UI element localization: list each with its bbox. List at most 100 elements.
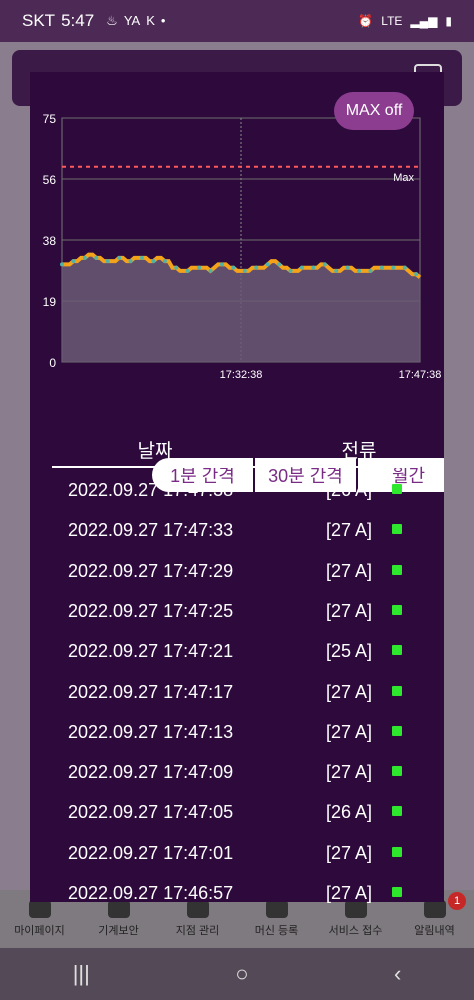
reading-row: 2022.09.27 17:47:25 [27 A] [0, 591, 474, 631]
reading-date: 2022.09.27 17:47:13 [68, 721, 234, 742]
status-indicator-icon [392, 766, 402, 777]
home-button[interactable]: ○ [235, 961, 248, 987]
data-point [391, 265, 396, 270]
status-indicator-icon [392, 484, 402, 494]
data-point [197, 265, 202, 270]
data-point [379, 265, 384, 270]
status-indicator-icon [392, 725, 402, 736]
nav-label: 머신 등록 [254, 925, 299, 937]
reading-row: 2022.09.27 17:47:13 [27 A] [0, 712, 474, 752]
reading-row: 2022.09.27 17:46:57 [27 A] [0, 873, 474, 913]
reading-current: [26 A] [326, 480, 373, 500]
data-point [71, 259, 76, 264]
data-point [277, 262, 282, 267]
nav-label: 마이페이지 [14, 925, 65, 937]
nav-label: 기계보안 [98, 925, 139, 937]
y-tick-label: 75 [43, 112, 57, 126]
reading-current: [27 A] [326, 520, 373, 541]
status-indicator-icon [392, 564, 402, 575]
clock: 5:47 [61, 11, 95, 30]
status-indicator-icon [392, 524, 402, 535]
data-point [357, 268, 362, 273]
y-tick-label: 56 [43, 173, 57, 187]
date-header-divider [52, 466, 258, 468]
status-indicator-icon [392, 806, 402, 817]
reading-current: [27 A] [326, 762, 373, 783]
data-point [60, 262, 64, 267]
nav-label: 알림내역 [414, 925, 455, 937]
status-indicator-icon [392, 645, 402, 656]
data-point [334, 268, 339, 273]
reading-row: 2022.09.27 17:47:01 [27 A] [0, 833, 474, 873]
reading-current: [25 A] [326, 641, 373, 662]
reading-current: [27 A] [326, 681, 373, 702]
system-nav: ||| ○ ‹ [0, 948, 474, 1000]
notification-icons: ♨ YA K • [106, 13, 165, 29]
signal-icon: ▂▄▆ [410, 14, 438, 28]
max-toggle-button[interactable]: MAX off [334, 92, 414, 130]
status-indicator-icon [392, 604, 402, 615]
notification-icon-3: K [146, 13, 155, 28]
status-indicator-icon [392, 685, 402, 696]
data-point [299, 265, 304, 270]
data-point [414, 272, 419, 277]
recents-button[interactable]: ||| [73, 961, 90, 987]
current-column-header: 전류 [341, 441, 377, 462]
data-point [94, 255, 99, 260]
reading-current: [27 A] [326, 560, 373, 581]
x-tick-label: 17:47:38 [399, 369, 442, 381]
y-tick-label: 0 [49, 356, 56, 370]
lte-label: LTE [381, 14, 403, 28]
data-point [402, 265, 407, 270]
data-point [368, 268, 373, 273]
x-tick-label: 17:32:38 [220, 369, 263, 381]
data-point [139, 255, 144, 260]
notification-icon-2: YA [123, 13, 141, 28]
data-point [322, 262, 327, 267]
reading-date: 2022.09.27 17:46:57 [68, 883, 234, 903]
y-tick-label: 38 [43, 234, 57, 248]
data-point [288, 268, 293, 273]
data-point [311, 265, 316, 270]
reading-date: 2022.09.27 17:47:38 [68, 480, 234, 500]
max-label: Max [393, 172, 414, 184]
battery-icon: ▮ [445, 14, 452, 28]
data-point [345, 265, 350, 270]
reading-current: [27 A] [326, 883, 373, 903]
dot-icon: • [160, 13, 166, 28]
reading-date: 2022.09.27 17:47:05 [68, 802, 234, 823]
carrier-label: SKT [22, 11, 56, 30]
data-point [185, 268, 190, 273]
reading-row: 2022.09.27 17:47:38 [26 A] [0, 470, 474, 510]
data-point [128, 259, 133, 264]
y-tick-label: 19 [43, 295, 57, 309]
data-point [151, 259, 156, 264]
back-button[interactable]: ‹ [394, 961, 401, 987]
data-point [219, 262, 224, 267]
status-bar: SKT 5:47 ♨ YA K • ⏰ LTE ▂▄▆ ▮ [0, 0, 474, 42]
data-point [105, 259, 110, 264]
date-column-header: 날짜 [137, 441, 173, 462]
reading-row: 2022.09.27 17:47:17 [27 A] [0, 672, 474, 712]
reading-date: 2022.09.27 17:47:09 [68, 762, 234, 783]
reading-date: 2022.09.27 17:47:33 [68, 520, 234, 541]
reading-date: 2022.09.27 17:47:21 [68, 641, 234, 662]
data-point [162, 259, 167, 264]
data-point [117, 255, 122, 260]
reading-row: 2022.09.27 17:47:29 [27 A] [0, 551, 474, 591]
reading-current: [27 A] [326, 842, 373, 863]
reading-current: [27 A] [326, 721, 373, 742]
reading-row: 2022.09.27 17:47:21 [25 A] [0, 631, 474, 671]
reading-row: 2022.09.27 17:47:09 [27 A] [0, 752, 474, 792]
data-point [254, 265, 259, 270]
reading-current: [26 A] [326, 802, 373, 823]
reading-current: [27 A] [326, 600, 373, 621]
reading-row: 2022.09.27 17:47:33 [27 A] [0, 510, 474, 550]
data-point [208, 268, 213, 273]
data-point [82, 255, 87, 260]
alarm-clock-icon: ⏰ [358, 14, 374, 28]
status-indicator-icon [392, 846, 402, 857]
data-point [265, 262, 270, 267]
nav-label: 서비스 접수 [328, 925, 383, 937]
status-indicator-icon [392, 887, 402, 897]
